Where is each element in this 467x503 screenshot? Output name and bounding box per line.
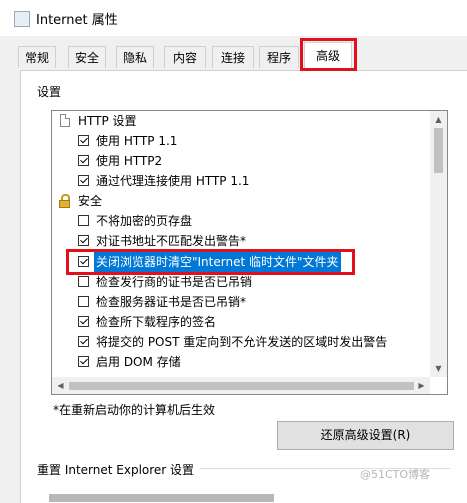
scroll-left-arrow-icon[interactable]: ◀ [52,377,69,394]
scroll-right-arrow-icon[interactable]: ▶ [413,377,430,394]
horizontal-scrollbar[interactable]: ◀ ▶ [52,377,430,394]
reset-ie-group-label: 重置 Internet Explorer 设置 [37,461,199,478]
document-icon [60,114,70,127]
checkbox[interactable] [78,235,89,246]
advanced-tab-highlight-box [300,38,357,71]
tab-programs[interactable]: 程序 [259,46,299,68]
setting-highlight-box [66,249,355,275]
setting-label: 使用 HTTP 1.1 [96,134,178,148]
checkbox[interactable] [78,135,89,146]
horizontal-scroll-thumb[interactable] [69,382,414,390]
tab-general[interactable]: 常规 [18,46,56,68]
internet-options-icon [14,11,30,27]
checkbox[interactable] [78,155,89,166]
vertical-scroll-thumb[interactable] [434,128,443,173]
checkbox[interactable] [78,356,89,367]
tab-content[interactable]: 内容 [164,46,206,68]
lock-icon [59,194,70,208]
setting-label: 检查所下载程序的签名 [96,315,217,329]
settings-group-label: 设置 [37,85,62,99]
tab-security[interactable]: 安全 [68,46,106,68]
watermark: @51CTO博客 [360,468,431,481]
checkbox[interactable] [78,215,89,226]
setting-label: 不将加密的页存盘 [96,214,193,228]
tab-strip: 常规 安全 隐私 内容 连接 程序 高级 [0,40,467,71]
setting-label: 检查发行商的证书是否已吊销 [96,275,253,289]
setting-label: 启用 DOM 存储 [96,355,181,369]
vertical-scrollbar[interactable]: ▲ ▼ [430,111,447,377]
checkbox[interactable] [78,296,89,307]
setting-label: 检查服务器证书是否已吊销* [96,295,247,309]
tab-privacy[interactable]: 隐私 [116,46,154,68]
scroll-down-arrow-icon[interactable]: ▼ [430,360,447,377]
checkbox[interactable] [78,316,89,327]
setting-label: 通过代理连接使用 HTTP 1.1 [96,174,250,188]
setting-label: 将提交的 POST 重定向到不允许发送的区域时发出警告 [96,335,388,349]
restart-note: *在重新启动你的计算机后生效 [53,403,216,417]
truncated-text [49,486,274,502]
category-label: HTTP 设置 [78,114,137,128]
category-label: 安全 [78,194,103,208]
checkbox[interactable] [78,175,89,186]
title-bar: Internet 属性 [0,0,467,36]
setting-label: 使用 HTTP2 [96,154,163,168]
setting-label: 对证书地址不匹配发出警告* [96,234,247,248]
tab-connections[interactable]: 连接 [212,46,254,68]
scroll-up-arrow-icon[interactable]: ▲ [430,111,447,128]
checkbox[interactable] [78,276,89,287]
window-title: Internet 属性 [36,13,118,28]
reset-advanced-settings-button[interactable]: 还原高级设置(R) [277,421,454,450]
checkbox[interactable] [78,336,89,347]
